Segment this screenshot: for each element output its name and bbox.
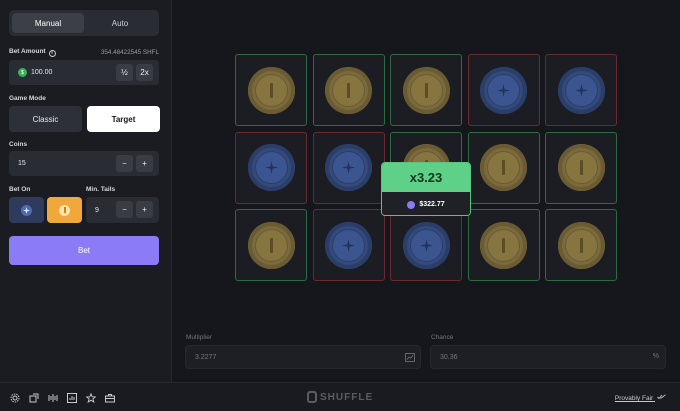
star-icon[interactable]	[86, 393, 96, 403]
heads-coin-icon	[480, 221, 527, 269]
multiplier-field: 3.2277	[185, 345, 421, 369]
coins-plus-button[interactable]: +	[136, 155, 153, 172]
bet-amount-input[interactable]: $ 100.00 ½ 2x	[9, 60, 159, 85]
tab-auto[interactable]: Auto	[84, 13, 156, 33]
coins-label: Coins	[9, 141, 28, 148]
bet-amount-label: Bet Amount i	[9, 48, 56, 57]
heads-coin-icon	[557, 144, 605, 191]
tab-manual[interactable]: Manual	[12, 13, 84, 33]
tails-coin-icon	[325, 221, 372, 269]
balance-readout: 354.48422545 SHFL	[100, 49, 159, 56]
result-payout: $322.77	[382, 192, 470, 215]
game-mode-label: Game Mode	[9, 95, 46, 102]
coin-tile	[545, 209, 617, 281]
tails-coin-icon	[557, 66, 605, 114]
stats-icon[interactable]	[48, 393, 58, 403]
coin-tile	[235, 209, 307, 281]
bet-controls-panel: Manual Auto Bet Amount i 354.48422545 SHF…	[0, 0, 171, 382]
min-tails-minus-button[interactable]: −	[116, 201, 133, 218]
coin-tile	[235, 131, 307, 204]
bet-amount-value: 100.00	[31, 69, 53, 76]
info-icon[interactable]: i	[48, 50, 56, 57]
heads-coin-icon	[402, 66, 450, 114]
coins-minus-button[interactable]: −	[116, 155, 133, 172]
min-tails-value: 9	[95, 206, 99, 214]
bet-on-heads-button[interactable]	[47, 197, 82, 223]
heads-coin-icon	[59, 204, 70, 216]
currency-chip-icon	[407, 200, 416, 209]
coin-tile	[390, 209, 462, 281]
shuffle-logo: SHUFFLE	[307, 391, 373, 403]
coin-tile	[467, 209, 540, 281]
footer-bar: SHUFFLE Provably Fair	[0, 382, 680, 411]
coin-tile	[467, 131, 540, 204]
half-button[interactable]: ½	[116, 64, 133, 81]
min-tails-plus-button[interactable]: +	[136, 201, 153, 218]
shuffle-logo-icon	[307, 391, 317, 403]
result-popup: x3.23 $322.77	[381, 162, 471, 216]
popout-icon[interactable]	[29, 393, 39, 403]
dollar-icon: $	[18, 68, 27, 77]
chance-field: 30.36 %	[430, 345, 666, 369]
classic-mode-button[interactable]: Classic	[9, 106, 82, 132]
min-tails-label: Min. Tails	[86, 186, 116, 193]
chart-icon	[405, 353, 415, 362]
heads-coin-icon	[247, 221, 295, 269]
coin-tile	[467, 54, 540, 126]
bet-on-tails-button[interactable]	[9, 197, 44, 223]
result-multiplier: x3.23	[382, 163, 470, 192]
tails-coin-icon	[325, 144, 372, 191]
coin-tile	[390, 54, 462, 126]
coin-tile	[312, 131, 385, 204]
coin-tile	[312, 209, 385, 281]
coin-tile	[545, 131, 617, 204]
coins-stepper[interactable]: 15 − +	[9, 151, 159, 176]
tails-coin-icon	[480, 66, 527, 114]
heads-coin-icon	[247, 66, 295, 114]
case-icon[interactable]	[105, 393, 115, 403]
target-mode-button[interactable]: Target	[87, 106, 160, 132]
double-check-icon	[657, 394, 666, 400]
coin-tile	[235, 54, 307, 126]
heads-coin-icon	[557, 221, 605, 269]
tails-coin-icon	[21, 204, 32, 216]
percent-unit: %	[652, 353, 659, 360]
coin-tile	[545, 54, 617, 126]
multiplier-label: Multiplier	[186, 334, 213, 341]
bet-on-label: Bet On	[9, 186, 31, 193]
gear-icon[interactable]	[10, 393, 20, 403]
bet-button[interactable]: Bet	[9, 236, 159, 265]
min-tails-stepper[interactable]: 9 − +	[86, 197, 159, 223]
chance-label: Chance	[431, 334, 454, 341]
coin-tile	[312, 54, 385, 126]
coins-value: 15	[18, 160, 26, 167]
heads-coin-icon	[325, 66, 372, 114]
mode-toggle: Manual Auto	[9, 10, 159, 36]
provably-fair-link[interactable]: Provably Fair	[615, 394, 666, 402]
heads-coin-icon	[480, 144, 527, 191]
tails-coin-icon	[402, 221, 450, 269]
double-button[interactable]: 2x	[136, 64, 153, 81]
tails-coin-icon	[247, 144, 295, 191]
chart-icon[interactable]	[67, 393, 77, 403]
